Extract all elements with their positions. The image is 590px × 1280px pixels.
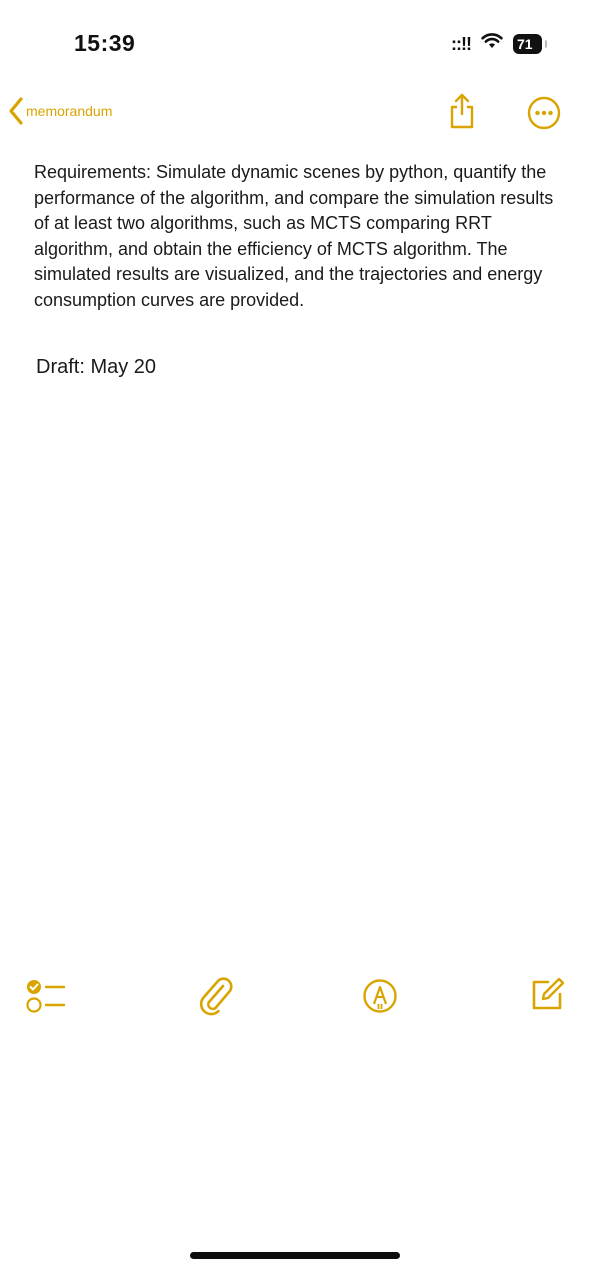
- attachment-button[interactable]: [196, 976, 236, 1021]
- home-indicator[interactable]: [190, 1252, 400, 1259]
- note-draft-date[interactable]: Draft: May 20: [36, 356, 156, 379]
- more-button[interactable]: [527, 96, 561, 135]
- paperclip-icon: [196, 977, 236, 1020]
- note-body-text[interactable]: Requirements: Simulate dynamic scenes by…: [34, 160, 556, 314]
- back-button[interactable]: memorandum: [8, 96, 112, 126]
- compose-button[interactable]: [528, 975, 566, 1018]
- battery-indicator: 71: [513, 33, 547, 54]
- checklist-button[interactable]: [24, 976, 68, 1021]
- checklist-icon: [24, 980, 68, 1020]
- more-icon: [527, 96, 561, 134]
- share-icon: [448, 93, 476, 134]
- status-icons: ::!! 71: [451, 33, 547, 54]
- share-button[interactable]: [448, 92, 476, 135]
- markup-pen-icon: [362, 979, 398, 1018]
- status-time: 15:39: [74, 30, 136, 56]
- wifi-icon: [481, 33, 503, 54]
- cellular-signal-icon: ::!!: [451, 33, 472, 54]
- compose-icon: [528, 977, 566, 1017]
- chevron-left-icon: [8, 96, 24, 126]
- back-button-label: memorandum: [26, 103, 113, 119]
- markup-button[interactable]: [362, 978, 398, 1019]
